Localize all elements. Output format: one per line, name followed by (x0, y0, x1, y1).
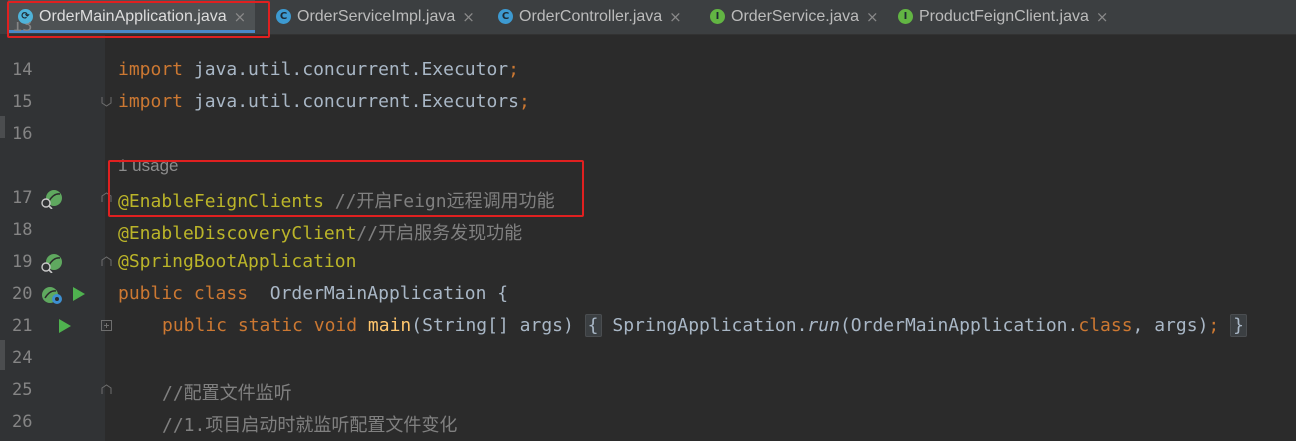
code-line-17[interactable]: 17 @EnableFeignClients //开启Feign远程调用功能 (0, 182, 1296, 214)
code-text[interactable]: public static void main(String[] args) {… (162, 314, 1247, 337)
fold-start-icon[interactable] (101, 256, 112, 267)
comment: //1.项目启动时就监听配置文件变化 (162, 415, 458, 436)
keyword: static void (227, 315, 368, 336)
spring-bean-icon[interactable] (40, 253, 64, 273)
code-line-19[interactable]: 19 @SpringBootApplication (0, 246, 1296, 278)
code-text[interactable]: @SpringBootApplication (118, 251, 356, 272)
usage-hint[interactable]: 1 usage (118, 156, 179, 176)
code-line-15[interactable]: 15 import java.util.concurrent.Executors… (0, 86, 1296, 118)
annotation: @EnableFeignClients (118, 191, 324, 212)
code-line-21[interactable]: 21 public static void main(String[] args… (0, 310, 1296, 342)
code-text[interactable]: @EnableFeignClients //开启Feign远程调用功能 (118, 187, 555, 213)
line-number: 21 (12, 316, 33, 336)
fold-expand-icon[interactable] (101, 320, 112, 331)
comment: //配置文件监听 (162, 383, 292, 404)
run-icon[interactable] (58, 318, 72, 334)
line-number: 15 (12, 92, 33, 112)
code-line-24[interactable]: 24 (0, 342, 1296, 374)
method-params: (String[] args) (411, 315, 585, 336)
code-line-25[interactable]: 25 //配置文件监听 (0, 374, 1296, 406)
annotation: @SpringBootApplication (118, 251, 357, 272)
code-text[interactable]: public class OrderMainApplication { (118, 283, 508, 304)
line-number: 14 (12, 60, 33, 80)
line-number: 18 (12, 220, 33, 240)
spring-boot-app-icon[interactable] (40, 285, 64, 305)
spring-bean-icon[interactable] (40, 189, 64, 209)
code-text[interactable]: import java.util.concurrent.Executor; (118, 59, 519, 80)
semicolon: ; (1208, 315, 1220, 336)
line-number: 26 (12, 412, 33, 432)
code-text[interactable]: //配置文件监听 (162, 379, 292, 405)
code-line-16[interactable]: 16 (0, 118, 1296, 150)
class-name: OrderMainApplication { (248, 283, 509, 304)
comment: //开启服务发现功能 (356, 223, 523, 244)
code-line-20[interactable]: 20 public class OrderMainApplication { (0, 278, 1296, 310)
annotation: @EnableDiscoveryClient (118, 223, 357, 244)
keyword: import (118, 91, 184, 112)
comment: //开启Feign远程调用功能 (323, 191, 555, 212)
spring-application: SpringApplication. (601, 315, 808, 336)
folded-brace-close[interactable]: } (1230, 314, 1247, 337)
run-icon[interactable] (72, 286, 86, 302)
keyword: public (118, 283, 184, 304)
fold-start-icon[interactable] (101, 384, 112, 395)
fold-start-icon[interactable] (101, 192, 112, 203)
code-line-26[interactable]: 26 //1.项目启动时就监听配置文件变化 (0, 406, 1296, 438)
code-text[interactable]: @EnableDiscoveryClient//开启服务发现功能 (118, 219, 522, 245)
code-line-14[interactable]: 14 import java.util.concurrent.Executor; (0, 54, 1296, 86)
code-line-18[interactable]: 18 @EnableDiscoveryClient//开启服务发现功能 (0, 214, 1296, 246)
line-number: 24 (12, 348, 33, 368)
line-number: 25 (12, 380, 33, 400)
keyword: class (183, 283, 249, 304)
import-path: java.util.concurrent.Executors (183, 91, 519, 112)
keyword: public (162, 315, 228, 336)
folded-brace-open[interactable]: { (584, 314, 602, 337)
method-name: main (367, 315, 412, 336)
call-args: (OrderMainApplication. (839, 315, 1079, 336)
semicolon: ; (508, 59, 519, 80)
import-path: java.util.concurrent.Executor (183, 59, 509, 80)
call-args-close: , args) (1132, 315, 1209, 336)
code-line-13: 13 (0, 22, 1296, 36)
line-number: 16 (12, 124, 33, 144)
line-number: 13 (12, 22, 33, 36)
fold-end-icon[interactable] (101, 96, 112, 107)
keyword: class (1078, 315, 1133, 336)
keyword: import (118, 59, 184, 80)
method-call: run (807, 315, 840, 336)
code-text[interactable]: import java.util.concurrent.Executors; (118, 91, 530, 112)
semicolon: ; (518, 91, 530, 112)
code-text[interactable]: //1.项目启动时就监听配置文件变化 (162, 411, 457, 437)
